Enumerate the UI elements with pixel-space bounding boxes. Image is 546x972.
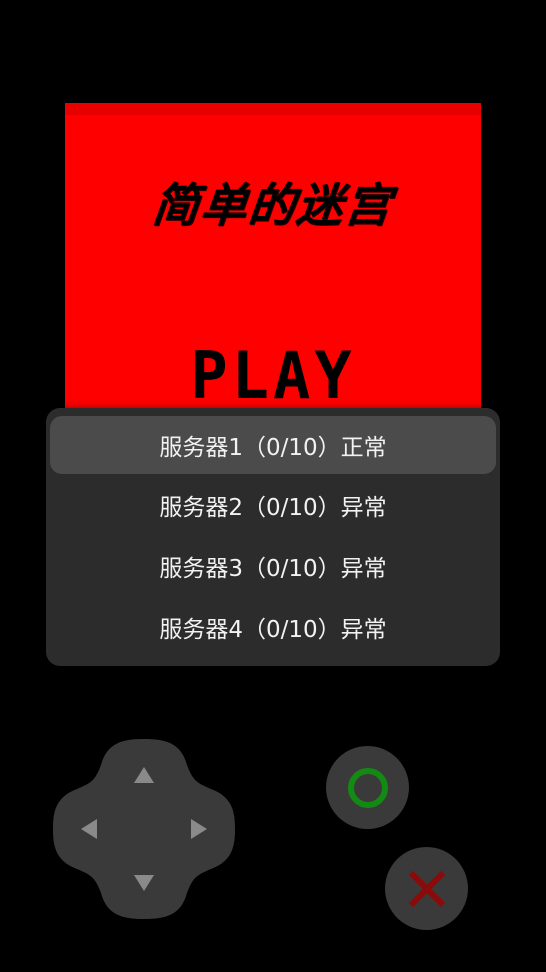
triangle-down-icon [134, 875, 154, 891]
play-label[interactable]: PLAY [65, 337, 481, 410]
game-title: 简单的迷宫 [149, 178, 396, 232]
server-item-1[interactable]: 服务器1（0/10）正常 [50, 416, 496, 474]
dpad-right-button[interactable] [171, 801, 227, 857]
dpad-down-button[interactable] [116, 855, 172, 911]
game-screen[interactable]: 简单的迷宫 PLAY [65, 103, 481, 410]
triangle-right-icon [191, 819, 207, 839]
dpad-left-button[interactable] [61, 801, 117, 857]
dpad [51, 737, 237, 921]
cross-icon [408, 870, 445, 907]
server-item-3[interactable]: 服务器3（0/10）异常 [50, 537, 496, 595]
circle-icon [347, 767, 388, 808]
screen-top-band [65, 103, 481, 115]
triangle-left-icon [81, 819, 97, 839]
dpad-up-button[interactable] [116, 747, 172, 803]
ok-button[interactable] [326, 746, 409, 829]
server-select-menu: 服务器1（0/10）正常 服务器2（0/10）异常 服务器3（0/10）异常 服… [46, 408, 500, 666]
server-item-2[interactable]: 服务器2（0/10）异常 [50, 476, 496, 534]
cancel-button[interactable] [385, 847, 468, 930]
triangle-up-icon [134, 767, 154, 783]
server-item-4[interactable]: 服务器4（0/10）异常 [50, 598, 496, 656]
